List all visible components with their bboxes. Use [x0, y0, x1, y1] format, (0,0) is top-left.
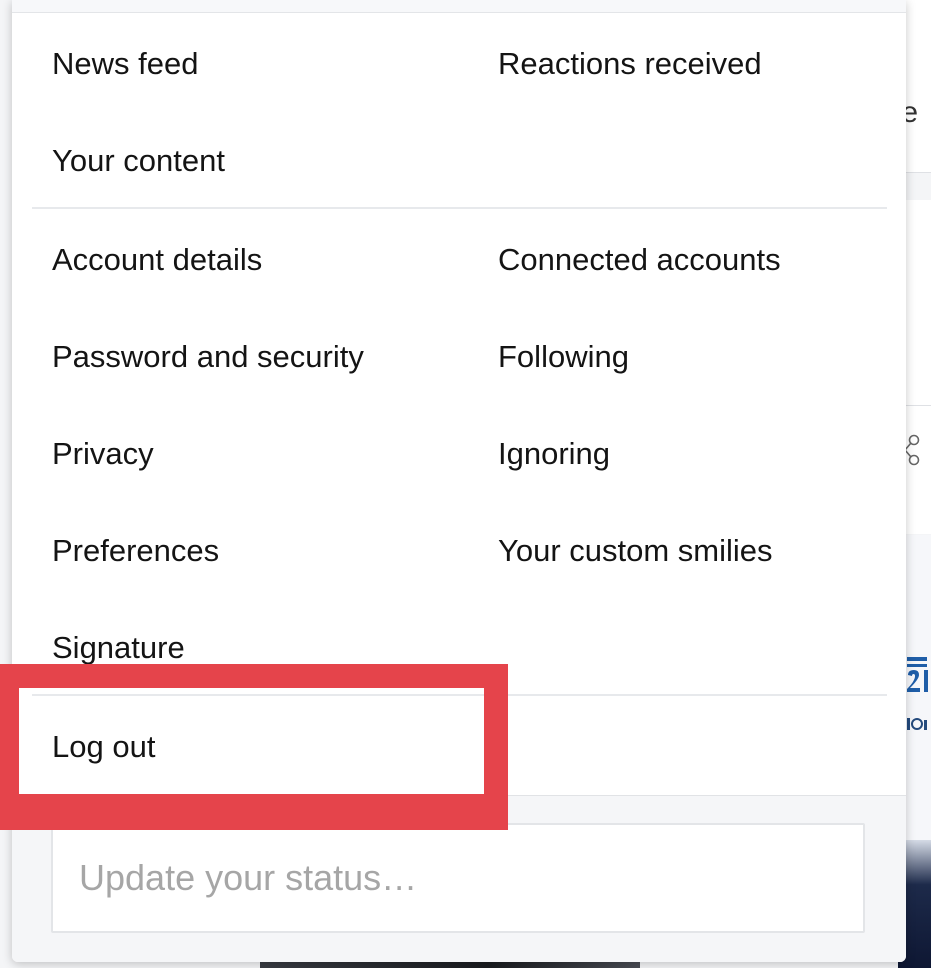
menu-item-preferences[interactable]: Preferences — [52, 531, 219, 571]
background-card — [906, 406, 931, 534]
menu-item-password-security[interactable]: Password and security — [52, 337, 364, 377]
status-update-input[interactable] — [51, 823, 865, 933]
share-icon — [904, 434, 920, 466]
menu-item-privacy[interactable]: Privacy — [52, 434, 154, 474]
background-image-fragment — [904, 655, 931, 701]
background-card — [906, 0, 931, 173]
menu-item-custom-smilies[interactable]: Your custom smilies — [498, 531, 773, 571]
background-card — [906, 200, 931, 406]
menu-top-edge — [12, 0, 906, 13]
background-image-fragment — [907, 718, 927, 730]
account-dropdown-menu: News feed Reactions received Your conten… — [12, 0, 906, 962]
menu-item-reactions-received[interactable]: Reactions received — [498, 44, 762, 84]
menu-item-your-content[interactable]: Your content — [52, 141, 225, 181]
menu-item-signature[interactable]: Signature — [52, 628, 185, 668]
menu-divider — [32, 207, 887, 209]
menu-item-following[interactable]: Following — [498, 337, 629, 377]
menu-item-connected-accounts[interactable]: Connected accounts — [498, 240, 781, 280]
menu-item-account-details[interactable]: Account details — [52, 240, 262, 280]
status-update-footer — [12, 795, 906, 962]
menu-divider — [32, 694, 887, 696]
menu-item-news-feed[interactable]: News feed — [52, 44, 198, 84]
log-out-link[interactable]: Log out — [52, 727, 155, 767]
menu-item-ignoring[interactable]: Ignoring — [498, 434, 610, 474]
badge-graphic-icon — [907, 657, 928, 692]
